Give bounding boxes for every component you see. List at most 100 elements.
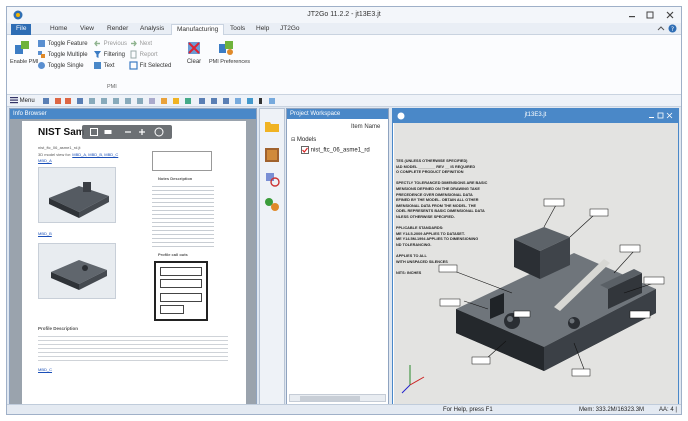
toggle-multiple-button[interactable]: Toggle Multiple (37, 50, 88, 59)
profile-callouts-title: Profile call outs (158, 252, 188, 257)
status-memory: Mem: 333.2M/16323.3M (579, 407, 645, 413)
tab-analysis[interactable]: Analysis (135, 24, 169, 35)
minimize-icon[interactable] (625, 10, 639, 20)
help-icon[interactable]: ? (668, 24, 677, 33)
cut-plane-icon[interactable] (264, 171, 280, 187)
texture-icon[interactable] (264, 147, 280, 163)
clear-button[interactable]: Clear (181, 39, 207, 65)
text-button[interactable]: Text (93, 61, 115, 70)
scrollbar-thumb[interactable] (300, 396, 360, 401)
notes-thumbnail (152, 151, 212, 171)
menu-button[interactable]: Menu (10, 96, 35, 106)
info-browser-panel: Info Browser NIST Sam nist_ftc_06_asme1_… (9, 108, 257, 405)
title-bar: JT2Go 11.2.2 - jt13E3.jt (7, 7, 681, 23)
doc-title: NIST Sam (38, 127, 85, 138)
profile-callouts-box (154, 261, 208, 321)
callout-frame-2 (160, 279, 202, 288)
project-workspace-header: Project Workspace (287, 109, 388, 119)
filtering-button[interactable]: Filtering (93, 50, 125, 59)
axis-triad (401, 365, 425, 394)
fit-page-icon[interactable] (154, 127, 164, 137)
viewport-panel: jt13E3.jt TES (UNLESS OTHERWISE SPECIFIE… (392, 108, 679, 405)
viewport-canvas[interactable]: TES (UNLESS OTHERWISE SPECIFIED) IAD MODE… (394, 123, 678, 404)
fit-selected-button[interactable]: Fit Selected (129, 61, 171, 70)
model-tree-item[interactable]: nist_ftc_06_asme1_rd (301, 146, 370, 154)
link-mbd-b[interactable]: MBD_B (38, 231, 52, 236)
models-node[interactable]: ⊟ Models (291, 137, 316, 143)
callout-frame-4 (160, 305, 184, 314)
toggle-multiple-icon (38, 51, 45, 58)
viewport-title: jt13E3.jt (524, 112, 547, 118)
toggle-single-label: Toggle Single (47, 63, 84, 70)
ribbon-manufacturing: Enable PMI Toggle Feature Toggle Multipl… (7, 35, 681, 95)
menu-icon (10, 97, 18, 104)
arrow-left-icon (94, 40, 100, 47)
next-label: Next (139, 41, 153, 48)
item-name-column[interactable]: Item Name (351, 124, 380, 130)
app-window: JT2Go 11.2.2 - jt13E3.jt File Home View … (6, 6, 682, 415)
profile-description-text (38, 333, 228, 363)
project-workspace-panel: Project Workspace Item Name ⊟ Models nis… (286, 108, 389, 405)
toggle-multiple-label: Toggle Multiple (47, 52, 88, 59)
clear-label: Clear (186, 59, 202, 65)
info-browser-header: Info Browser (10, 109, 256, 119)
tab-tools[interactable]: Tools (225, 24, 250, 35)
fit-selected-label: Fit Selected (139, 63, 172, 70)
toolbar-icons[interactable] (41, 96, 331, 106)
fit-selected-icon (129, 61, 138, 70)
pmi-preferences-button[interactable]: PMI Preferences (209, 39, 250, 65)
zoom-out-icon[interactable] (124, 128, 132, 136)
expand-minus-icon[interactable]: ⊟ (291, 137, 295, 143)
model-thumbnail-a (38, 167, 116, 223)
enable-pmi-icon (15, 41, 29, 54)
clear-icon (188, 42, 200, 54)
tab-home[interactable]: Home (45, 24, 72, 35)
model-view-links[interactable]: MBD_A, MBD_B, MBD_C (72, 152, 118, 157)
window-title: JT2Go 11.2.2 - jt13E3.jt (307, 11, 381, 18)
previous-label: Previous (103, 41, 128, 48)
info-browser-content: NIST Sam nist_ftc_06_asme1_rd.jt 3D mode… (10, 119, 256, 404)
callout-frame-1 (160, 267, 202, 276)
link-mbd-c[interactable]: MBD_C (38, 367, 52, 372)
filtering-label: Filtering (103, 52, 126, 59)
tab-file[interactable]: File (11, 24, 32, 35)
maximize-icon[interactable] (643, 10, 657, 20)
models-label: Models (296, 137, 317, 143)
enable-pmi-label: Enable PMI (10, 59, 39, 65)
pmi-preferences-icon (219, 41, 233, 55)
status-bar: For Help, press F1 Mem: 333.2M/16323.3M … (7, 404, 681, 414)
notes-title: Notes Description (158, 176, 193, 181)
model-view-line: 3D model view for: MBD_A, MBD_B, MBD_C (38, 152, 118, 157)
model-thumbnail-b (38, 243, 116, 299)
menu-label: Menu (19, 98, 35, 104)
tab-jt2go[interactable]: JT2Go (275, 24, 305, 35)
link-mbd-a[interactable]: MBD_A (38, 158, 52, 163)
tab-view[interactable]: View (75, 24, 99, 35)
next-button[interactable]: Next (129, 39, 152, 48)
zoom-in-icon[interactable] (138, 128, 146, 136)
viewport-window-controls[interactable] (648, 112, 674, 120)
enable-pmi-button[interactable]: Enable PMI (10, 39, 39, 65)
tab-manufacturing[interactable]: Manufacturing (171, 24, 225, 35)
part-model[interactable] (394, 123, 678, 404)
report-button[interactable]: Report (129, 50, 158, 59)
tab-render[interactable]: Render (102, 24, 133, 35)
previous-button[interactable]: Previous (93, 39, 127, 48)
report-icon (130, 50, 137, 59)
filter-icon (94, 51, 101, 58)
toggle-feature-button[interactable]: Toggle Feature (37, 39, 88, 48)
toggle-single-button[interactable]: Toggle Single (37, 61, 84, 70)
report-label: Report (139, 52, 158, 59)
ribbon-collapse-icon[interactable] (657, 25, 665, 33)
folder-icon[interactable] (264, 119, 280, 133)
ribbon-tab-bar: File Home View Render Analysis Manufactu… (7, 23, 681, 35)
assembly-icon[interactable] (264, 197, 280, 213)
tab-help[interactable]: Help (251, 24, 274, 35)
workspace-horizontal-scrollbar[interactable] (289, 394, 386, 402)
checkbox-checked-icon[interactable] (301, 146, 309, 154)
print-icon[interactable] (104, 128, 112, 136)
text-label: Text (103, 63, 115, 70)
close-icon[interactable] (663, 10, 677, 20)
doc-subtitle: nist_ftc_06_asme1_rd.jt (38, 145, 81, 150)
save-icon[interactable] (90, 128, 98, 136)
